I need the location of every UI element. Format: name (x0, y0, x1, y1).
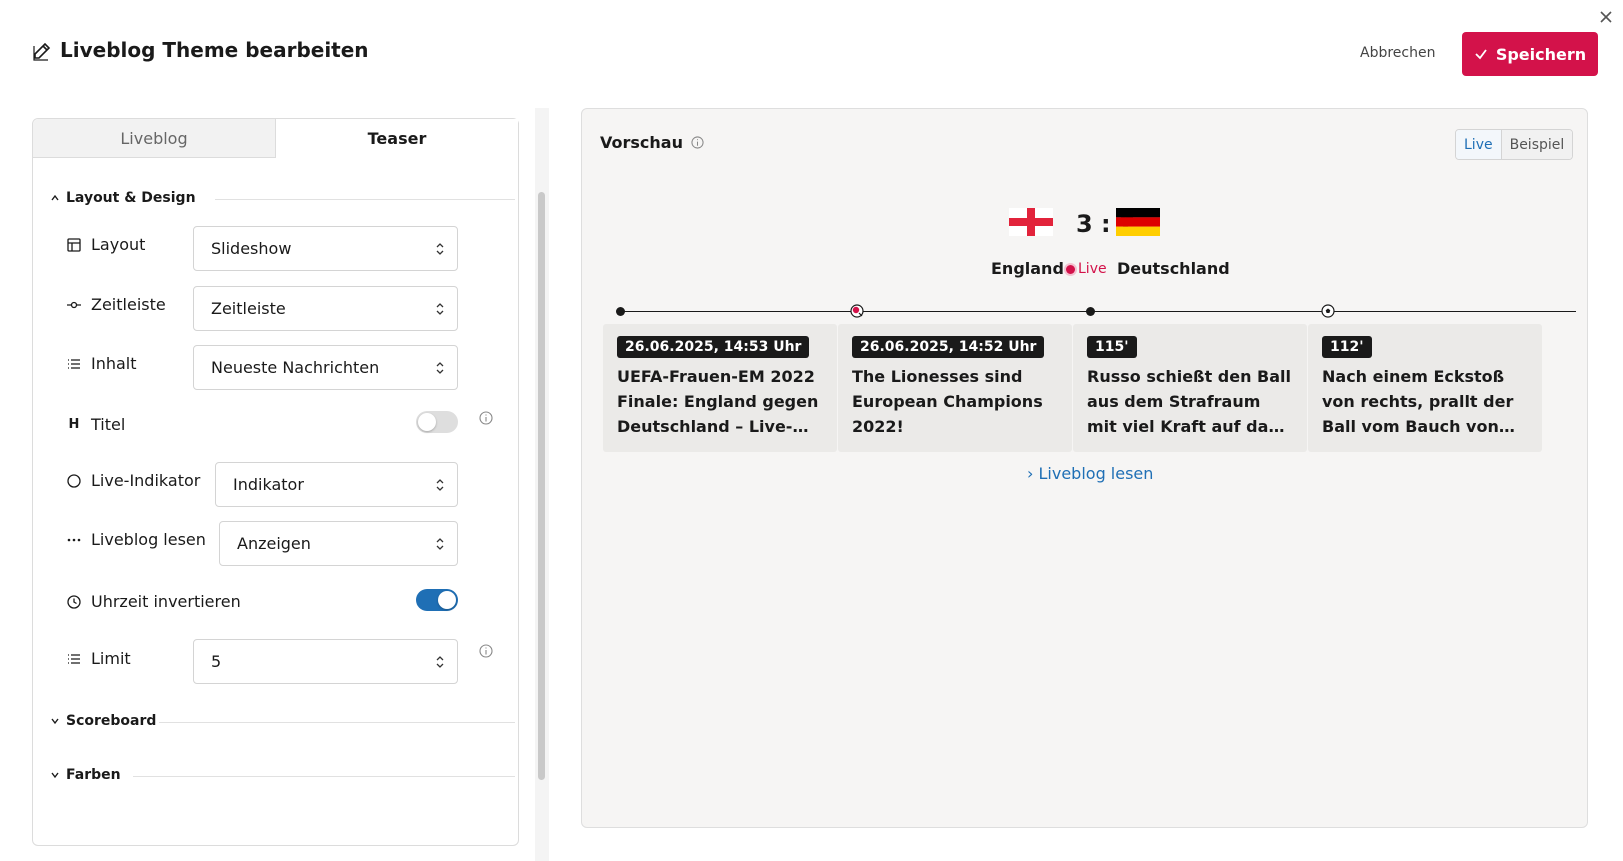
preview-title: Vorschau (600, 133, 704, 152)
inhalt-label: Inhalt (91, 354, 137, 373)
divider (215, 199, 515, 200)
chevron-updown-icon (435, 478, 445, 492)
card-badge: 112' (1322, 336, 1372, 358)
preview-mode-toggle: Live Beispiel (1455, 129, 1574, 160)
section-label: Layout & Design (66, 190, 196, 206)
mode-live-button[interactable]: Live (1456, 130, 1502, 159)
info-icon[interactable] (479, 411, 493, 425)
card-text: UEFA-Frauen-EM 2022 Finale: England gege… (617, 367, 819, 436)
england-flag-icon (1009, 208, 1053, 236)
titel-toggle[interactable] (416, 411, 458, 433)
timeline-card[interactable]: 26.06.2025, 14:52 Uhr The Lionesses sind… (838, 324, 1072, 452)
timeline-icon (67, 298, 81, 312)
card-text: The Lionesses sind European Champions 20… (852, 367, 1043, 436)
timeline-dot (1086, 307, 1095, 316)
card-text: Russo schießt den Ball aus dem Strafraum… (1087, 367, 1292, 436)
section-label: Scoreboard (66, 713, 157, 729)
clock-icon (67, 595, 81, 609)
divider (159, 722, 515, 723)
inhalt-select[interactable]: Neueste Nachrichten (193, 345, 458, 390)
scrollbar-thumb[interactable] (538, 192, 545, 780)
settings-panel: Liveblog Teaser Layout & Design Layout S… (32, 118, 519, 846)
list-icon (67, 357, 81, 371)
card-badge: 26.06.2025, 14:53 Uhr (617, 336, 810, 358)
tab-liveblog[interactable]: Liveblog (33, 119, 276, 158)
limit-label: Limit (91, 649, 131, 668)
zeitleiste-label: Zeitleiste (91, 295, 166, 314)
titel-label: Titel (91, 415, 126, 434)
live-indikator-value: Indikator (233, 475, 304, 494)
football-icon (1321, 304, 1335, 318)
circle-icon (67, 474, 81, 488)
timeline-card[interactable]: 115' Russo schießt den Ball aus dem Stra… (1073, 324, 1307, 452)
live-dot-icon (1066, 264, 1075, 274)
timeline-card[interactable]: 112' Nach einem Eckstoß von rechts, pral… (1308, 324, 1542, 452)
info-icon[interactable] (691, 136, 704, 149)
home-team: England (991, 259, 1064, 278)
chevron-updown-icon (435, 537, 445, 551)
layout-label: Layout (91, 235, 146, 254)
stepper-icon[interactable] (435, 655, 445, 669)
germany-flag-icon (1116, 208, 1160, 236)
section-layout-design[interactable]: Layout & Design (50, 190, 196, 206)
live-indicator: Live (1066, 261, 1107, 277)
trophy-icon (850, 304, 864, 318)
uhrzeit-invertieren-toggle[interactable] (416, 589, 458, 611)
live-label: Live (1078, 261, 1107, 277)
section-farben[interactable]: Farben (50, 767, 121, 783)
section-label: Farben (66, 767, 121, 783)
edit-icon (31, 40, 53, 62)
away-team: Deutschland (1117, 259, 1230, 278)
layout-select[interactable]: Slideshow (193, 226, 458, 271)
chevron-updown-icon (435, 302, 445, 316)
timeline-dot (616, 307, 625, 316)
card-badge: 26.06.2025, 14:52 Uhr (852, 336, 1045, 358)
live-indikator-select[interactable]: Indikator (215, 462, 458, 507)
mode-beispiel-button[interactable]: Beispiel (1501, 130, 1573, 159)
layout-value: Slideshow (211, 239, 292, 258)
cancel-button[interactable]: Abbrechen (1350, 34, 1445, 72)
layout-icon (67, 238, 81, 252)
zeitleiste-select[interactable]: Zeitleiste (193, 286, 458, 331)
liveblog-lesen-link[interactable]: › Liveblog lesen (1027, 464, 1153, 483)
section-scoreboard[interactable]: Scoreboard (50, 713, 156, 729)
card-badge: 115' (1087, 336, 1137, 358)
chevron-updown-icon (435, 361, 445, 375)
preview-panel: Vorschau Live Beispiel 3 : 2 England Liv… (581, 108, 1588, 828)
tab-teaser[interactable]: Teaser (276, 119, 518, 158)
page-title: Liveblog Theme bearbeiten (60, 38, 369, 62)
liveblog-lesen-select[interactable]: Anzeigen (219, 521, 458, 566)
timeline-card[interactable]: 26.06.2025, 14:53 Uhr UEFA-Frauen-EM 202… (603, 324, 837, 452)
chevron-updown-icon (435, 242, 445, 256)
inhalt-value: Neueste Nachrichten (211, 358, 380, 377)
save-button[interactable]: Speichern (1462, 32, 1598, 76)
timeline-line (620, 311, 1576, 312)
limit-input[interactable]: 5 (193, 639, 458, 684)
preview-title-text: Vorschau (600, 133, 683, 152)
chevron-down-icon (50, 716, 60, 726)
card-text: Nach einem Eckstoß von rechts, prallt de… (1322, 367, 1514, 436)
heading-icon: H (68, 417, 80, 432)
chevron-up-icon (50, 193, 60, 203)
uhrzeit-invertieren-label: Uhrzeit invertieren (91, 592, 241, 611)
close-icon[interactable] (1597, 8, 1615, 26)
check-icon (1474, 47, 1488, 61)
chevron-right-icon: › (1027, 464, 1034, 483)
ellipsis-icon (67, 533, 81, 547)
divider (133, 776, 515, 777)
save-label: Speichern (1495, 44, 1587, 64)
liveblog-lesen-value: Anzeigen (237, 534, 311, 553)
chevron-down-icon (50, 770, 60, 780)
read-more-label: Liveblog lesen (1038, 464, 1154, 483)
info-icon[interactable] (479, 644, 493, 658)
limit-value: 5 (211, 652, 222, 671)
zeitleiste-value: Zeitleiste (211, 299, 286, 318)
list-icon (67, 652, 81, 666)
liveblog-lesen-label: Liveblog lesen (91, 530, 206, 549)
live-indikator-label: Live-Indikator (91, 471, 201, 490)
